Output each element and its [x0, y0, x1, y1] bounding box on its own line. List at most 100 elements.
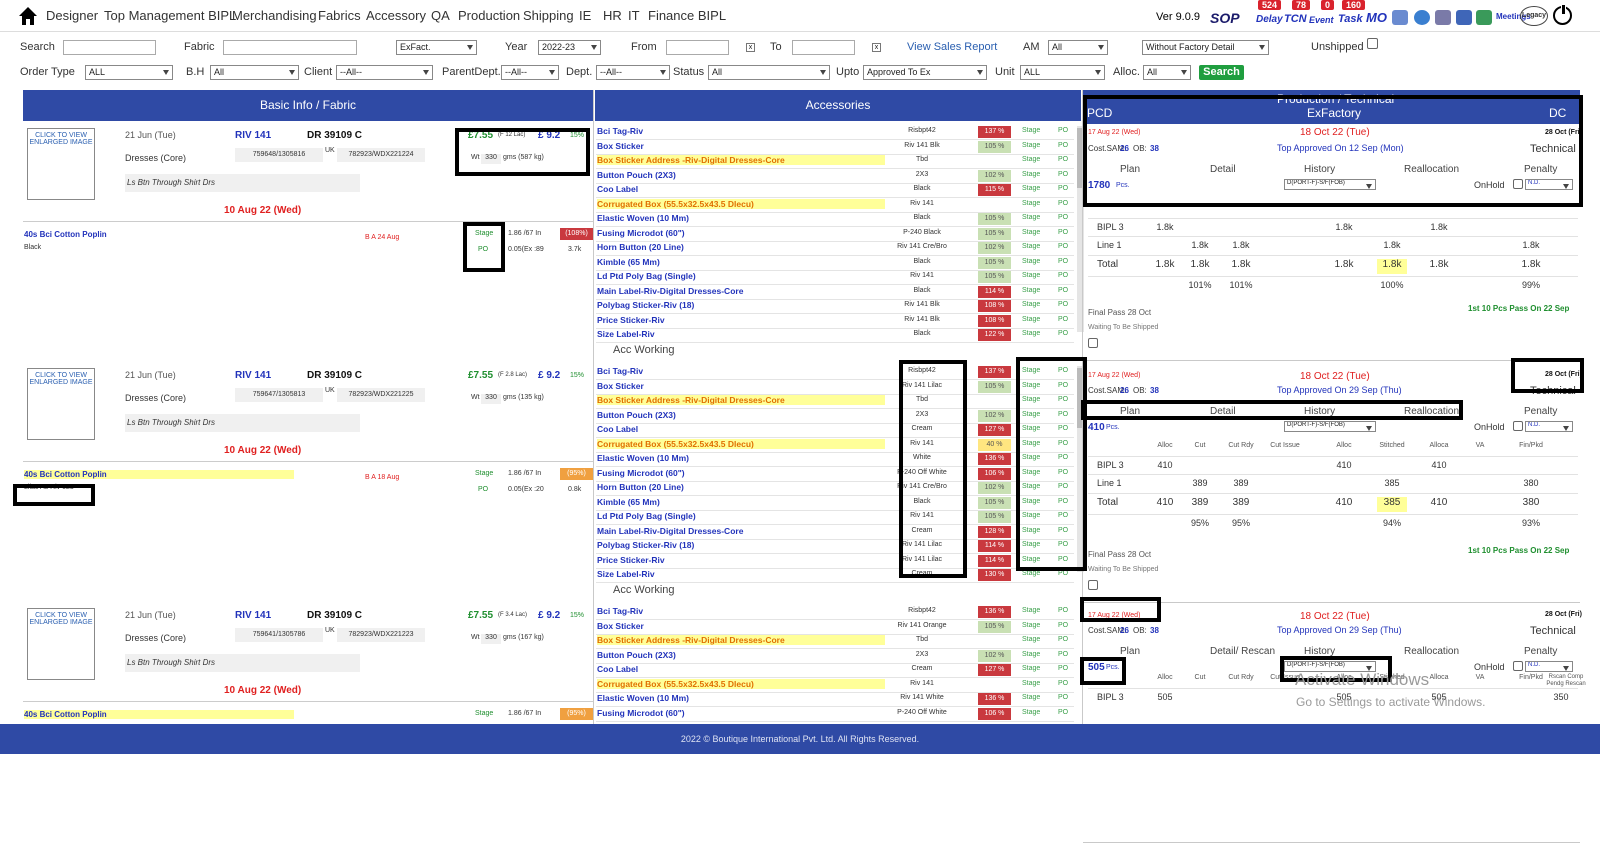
fabric-input[interactable] [223, 40, 357, 55]
alloc-select[interactable]: All [1143, 65, 1191, 80]
home-icon[interactable] [18, 6, 38, 26]
nav-it[interactable]: IT [628, 8, 640, 23]
acc-item-stage[interactable]: Stage [1022, 607, 1040, 614]
year-select[interactable]: 2022-23 [538, 40, 601, 55]
shipped-checkbox[interactable] [1088, 338, 1098, 348]
acc-item-name[interactable]: Main Label-Riv-Digital Dresses-Core [597, 526, 743, 536]
parent-dept-select[interactable]: --All-- [501, 65, 559, 80]
acc-item-name[interactable]: Box Sticker [597, 141, 644, 151]
clear-from-icon[interactable]: x [746, 43, 755, 52]
client-select[interactable]: --All-- [336, 65, 433, 80]
report-icon[interactable] [1392, 10, 1408, 25]
acc-item-po[interactable]: PO [1058, 142, 1068, 149]
acc-item-name[interactable]: Bci Tag-Riv [597, 606, 643, 616]
acc-item-name[interactable]: Box Sticker Address -Riv-Digital Dresses… [597, 155, 885, 165]
acc-item-name[interactable]: Kimble (65 Mm) [597, 497, 660, 507]
acc-item-po[interactable]: PO [1058, 127, 1068, 134]
nav-hr[interactable]: HR [603, 8, 622, 23]
acc-item-name[interactable]: Size Label-Riv [597, 329, 655, 339]
style-code[interactable]: RIV 141 [235, 610, 271, 621]
to-date-input[interactable] [792, 40, 855, 55]
acc-item-name[interactable]: Polybag Sticker-Riv (18) [597, 540, 694, 550]
acc-item-po[interactable]: PO [1058, 243, 1068, 250]
acc-item-name[interactable]: Box Sticker Address -Riv-Digital Dresses… [597, 635, 885, 645]
unshipped-checkbox[interactable] [1367, 38, 1378, 49]
acc-item-po[interactable]: PO [1058, 665, 1068, 672]
fabric-stage[interactable]: Stage [475, 470, 493, 477]
acc-item-po[interactable]: PO [1058, 171, 1068, 178]
acc-item-stage[interactable]: Stage [1022, 287, 1040, 294]
acc-item-name[interactable]: Fusing Microdot (60") [597, 228, 685, 238]
chart-icon[interactable] [1476, 10, 1492, 25]
acc-item-stage[interactable]: Stage [1022, 636, 1040, 643]
acc-item-name[interactable]: Polybag Sticker-Riv (18) [597, 300, 694, 310]
acc-item-name[interactable]: Coo Label [597, 184, 638, 194]
factory-detail-select[interactable]: Without Factory Detail [1142, 40, 1269, 55]
acc-item-po[interactable]: PO [1058, 570, 1068, 577]
search-button[interactable]: Search [1199, 65, 1244, 80]
acc-item-name[interactable]: Box Sticker [597, 621, 644, 631]
acc-item-stage[interactable]: Stage [1022, 694, 1040, 701]
nav-merchandising[interactable]: Merchandising [232, 8, 317, 23]
nav-fabrics[interactable]: Fabrics [318, 8, 361, 23]
acc-item-name[interactable]: Corrugated Box (55.5x32.5x43.5 Dlecu) [597, 438, 885, 449]
am-select[interactable]: All [1048, 40, 1108, 55]
acc-item-po[interactable]: PO [1058, 258, 1068, 265]
acc-item-stage[interactable]: Stage [1022, 214, 1040, 221]
acc-item-stage[interactable]: Stage [1022, 665, 1040, 672]
acc-item-stage[interactable]: Stage [1022, 142, 1040, 149]
status-select[interactable]: All [708, 65, 830, 80]
dept-select[interactable]: --All-- [596, 65, 670, 80]
acc-item-name[interactable]: Price Sticker-Riv [597, 315, 665, 325]
acc-item-name[interactable]: Button Pouch (2X3) [597, 170, 676, 180]
acc-item-stage[interactable]: Stage [1022, 229, 1040, 236]
acc-item-name[interactable]: Bci Tag-Riv [597, 366, 643, 376]
acc-item-name[interactable]: Corrugated Box (55.5x32.5x43.5 Dlecu) [597, 198, 885, 209]
acc-item-name[interactable]: Coo Label [597, 424, 638, 434]
fabric-po[interactable]: PO [478, 486, 488, 493]
penalty-select[interactable]: N.D. [1525, 421, 1573, 432]
acc-item-stage[interactable]: Stage [1022, 258, 1040, 265]
nav-accessory[interactable]: Accessory [366, 8, 426, 23]
acc-item-po[interactable]: PO [1058, 680, 1068, 687]
acc-item-po[interactable]: PO [1058, 214, 1068, 221]
acc-item-stage[interactable]: Stage [1022, 316, 1040, 323]
acc-item-po[interactable]: PO [1058, 287, 1068, 294]
acc-item-name[interactable]: Coo Label [597, 664, 638, 674]
acc-item-name[interactable]: Price Sticker-Riv [597, 555, 665, 565]
fabric-name[interactable]: 40s Bci Cotton Poplin [24, 230, 107, 239]
unit-select[interactable]: ALL [1020, 65, 1105, 80]
acc-item-name[interactable]: Button Pouch (2X3) [597, 410, 676, 420]
fabric-name[interactable]: 40s Bci Cotton Poplin [24, 470, 294, 479]
acc-item-name[interactable]: Fusing Microdot (60") [597, 708, 685, 718]
acc-item-stage[interactable]: Stage [1022, 272, 1040, 279]
shield-icon[interactable] [1456, 10, 1472, 25]
acc-item-po[interactable]: PO [1058, 185, 1068, 192]
acc-item-po[interactable]: PO [1058, 694, 1068, 701]
view-sales-report-link[interactable]: View Sales Report [907, 41, 997, 53]
acc-item-po[interactable]: PO [1058, 607, 1068, 614]
onhold-checkbox[interactable] [1513, 661, 1523, 671]
fabric-stage[interactable]: Stage [475, 710, 493, 717]
acc-item-stage[interactable]: Stage [1022, 680, 1040, 687]
delay-icon[interactable]: Delay [1256, 14, 1283, 25]
acc-item-po[interactable]: PO [1058, 651, 1068, 658]
mo-icon[interactable]: MO [1366, 10, 1387, 25]
acc-item-po[interactable]: PO [1058, 272, 1068, 279]
acc-item-po[interactable]: PO [1058, 200, 1068, 207]
nav-shipping[interactable]: Shipping [523, 8, 574, 23]
acc-item-stage[interactable]: Stage [1022, 622, 1040, 629]
acc-item-stage[interactable]: Stage [1022, 570, 1040, 577]
acc-item-stage[interactable]: Stage [1022, 243, 1040, 250]
order-type-select[interactable]: ALL [85, 65, 173, 80]
acc-item-name[interactable]: Main Label-Riv-Digital Dresses-Core [597, 286, 743, 296]
acc-item-stage[interactable]: Stage [1022, 185, 1040, 192]
power-icon[interactable] [1553, 4, 1572, 25]
acc-item-name[interactable]: Corrugated Box (55.5x32.5x43.5 Dlecu) [597, 678, 885, 689]
acc-item-name[interactable]: Horn Button (20 Line) [597, 482, 684, 492]
acc-item-name[interactable]: Size Label-Riv [597, 569, 655, 579]
acc-item-stage[interactable]: Stage [1022, 330, 1040, 337]
task-icon[interactable]: Task [1338, 13, 1363, 25]
legacy-icon[interactable]: Legacy [1520, 6, 1548, 26]
acc-item-stage[interactable]: Stage [1022, 301, 1040, 308]
